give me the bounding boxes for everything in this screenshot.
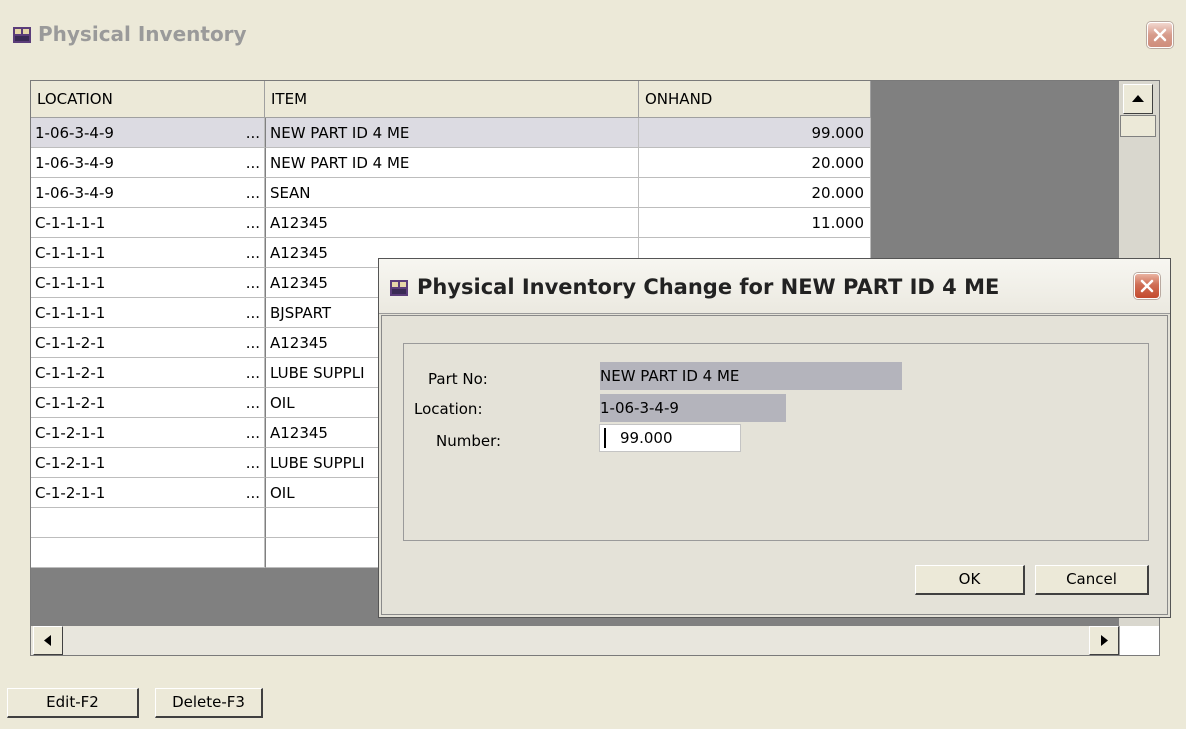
location-browse-button[interactable]: ... (246, 118, 260, 147)
onhand-cell[interactable]: 20.000 (639, 178, 871, 208)
table-row[interactable]: 1-06-3-4-9... NEW PART ID 4 ME 20.000 (31, 148, 871, 178)
location-text: 1-06-3-4-9 (35, 184, 114, 202)
cancel-button-label: Cancel (1066, 570, 1117, 588)
main-window-title: Physical Inventory (38, 22, 247, 46)
location-cell[interactable] (31, 538, 265, 568)
location-browse-button[interactable]: ... (246, 208, 260, 237)
ok-button[interactable]: OK (915, 565, 1025, 595)
item-cell[interactable]: A12345 (265, 208, 639, 238)
location-text: C-1-1-1-1 (35, 274, 106, 292)
column-header-location[interactable]: LOCATION (31, 81, 265, 118)
close-icon (1153, 28, 1167, 42)
location-cell[interactable] (31, 508, 265, 538)
app-icon (390, 280, 408, 296)
change-dialog: Physical Inventory Change for NEW PART I… (378, 258, 1171, 618)
cancel-button[interactable]: Cancel (1035, 565, 1149, 595)
scroll-left-button[interactable] (33, 626, 63, 655)
location-browse-button[interactable]: ... (246, 478, 260, 507)
delete-button-label: Delete-F3 (172, 693, 245, 711)
scroll-right-button[interactable] (1089, 626, 1119, 655)
location-label: Location: (414, 400, 483, 418)
location-text: C-1-1-2-1 (35, 394, 106, 412)
part-no-label: Part No: (428, 370, 488, 388)
location-browse-button[interactable]: ... (246, 418, 260, 447)
text-caret (604, 428, 606, 448)
main-close-button[interactable] (1147, 22, 1173, 48)
table-row[interactable]: 1-06-3-4-9... NEW PART ID 4 ME 99.000 (31, 118, 871, 148)
location-cell[interactable]: C-1-2-1-1... (31, 418, 265, 448)
location-text: C-1-1-1-1 (35, 244, 106, 262)
location-browse-button[interactable]: ... (246, 358, 260, 387)
scroll-thumb[interactable] (1120, 115, 1156, 137)
location-cell[interactable]: 1-06-3-4-9... (31, 178, 265, 208)
onhand-cell[interactable]: 20.000 (639, 148, 871, 178)
edit-button[interactable]: Edit-F2 (7, 688, 139, 718)
location-cell[interactable]: C-1-1-1-1... (31, 298, 265, 328)
part-no-value: NEW PART ID 4 ME (600, 362, 902, 390)
location-browse-button[interactable]: ... (246, 268, 260, 297)
location-cell[interactable]: C-1-1-1-1... (31, 268, 265, 298)
delete-button[interactable]: Delete-F3 (155, 688, 263, 718)
scroll-up-button[interactable] (1123, 84, 1153, 114)
location-text: C-1-2-1-1 (35, 454, 106, 472)
column-header-item[interactable]: ITEM (265, 81, 639, 118)
horizontal-scrollbar[interactable] (31, 626, 1119, 655)
location-text: C-1-1-1-1 (35, 304, 106, 322)
number-input[interactable]: 99.000 (599, 424, 741, 452)
close-icon (1140, 279, 1154, 293)
fields-group: Part No: NEW PART ID 4 ME Location: 1-06… (403, 343, 1149, 541)
number-label: Number: (436, 432, 502, 450)
location-browse-button[interactable]: ... (246, 328, 260, 357)
dialog-title-bar[interactable]: Physical Inventory Change for NEW PART I… (379, 259, 1170, 314)
location-cell[interactable]: C-1-1-2-1... (31, 388, 265, 418)
location-browse-button[interactable]: ... (246, 178, 260, 207)
location-text: C-1-1-2-1 (35, 364, 106, 382)
location-cell[interactable]: C-1-1-1-1... (31, 238, 265, 268)
item-cell[interactable]: SEAN (265, 178, 639, 208)
location-cell[interactable]: 1-06-3-4-9... (31, 118, 265, 148)
table-row[interactable]: C-1-1-1-1... A12345 11.000 (31, 208, 871, 238)
location-text: C-1-1-1-1 (35, 214, 106, 232)
location-text: C-1-1-2-1 (35, 334, 106, 352)
ok-button-label: OK (958, 570, 981, 588)
location-cell[interactable]: C-1-2-1-1... (31, 448, 265, 478)
app-icon (13, 27, 31, 43)
location-browse-button[interactable]: ... (246, 388, 260, 417)
item-cell[interactable]: NEW PART ID 4 ME (265, 118, 639, 148)
scroll-right-icon (1101, 635, 1108, 646)
location-text: C-1-2-1-1 (35, 424, 106, 442)
onhand-cell[interactable]: 11.000 (639, 208, 871, 238)
location-cell[interactable]: C-1-1-2-1... (31, 358, 265, 388)
dialog-close-button[interactable] (1134, 273, 1160, 299)
column-header-onhand[interactable]: ONHAND (639, 81, 871, 118)
location-browse-button[interactable]: ... (246, 448, 260, 477)
location-browse-button[interactable]: ... (246, 298, 260, 327)
location-cell[interactable]: C-1-2-1-1... (31, 478, 265, 508)
onhand-cell[interactable]: 99.000 (639, 118, 871, 148)
location-browse-button[interactable]: ... (246, 148, 260, 177)
location-browse-button[interactable]: ... (246, 238, 260, 267)
location-text: C-1-2-1-1 (35, 484, 106, 502)
scroll-left-icon (44, 635, 51, 646)
item-cell[interactable]: NEW PART ID 4 ME (265, 148, 639, 178)
location-cell[interactable]: 1-06-3-4-9... (31, 148, 265, 178)
scroll-corner (1119, 626, 1159, 655)
location-text: 1-06-3-4-9 (35, 124, 114, 142)
number-input-value: 99.000 (620, 429, 673, 447)
location-cell[interactable]: C-1-1-1-1... (31, 208, 265, 238)
location-text: 1-06-3-4-9 (35, 154, 114, 172)
table-row[interactable]: 1-06-3-4-9... SEAN 20.000 (31, 178, 871, 208)
location-cell[interactable]: C-1-1-2-1... (31, 328, 265, 358)
edit-button-label: Edit-F2 (46, 693, 99, 711)
dialog-title: Physical Inventory Change for NEW PART I… (417, 275, 1000, 299)
location-value: 1-06-3-4-9 (600, 394, 786, 422)
scroll-up-icon (1132, 95, 1144, 102)
main-title-bar: Physical Inventory (0, 0, 1186, 56)
